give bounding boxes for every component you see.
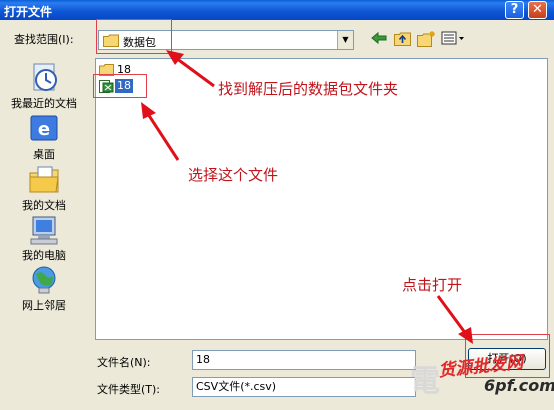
annotation-click-open: 点击打开: [402, 276, 463, 294]
annotation-select-file: 选择这个文件: [188, 166, 279, 184]
watermark-url: 6pf.com: [484, 376, 554, 395]
annotation-find-folder: 找到解压后的数据包文件夹: [218, 80, 399, 98]
annotation-arrows: [141, 50, 473, 344]
